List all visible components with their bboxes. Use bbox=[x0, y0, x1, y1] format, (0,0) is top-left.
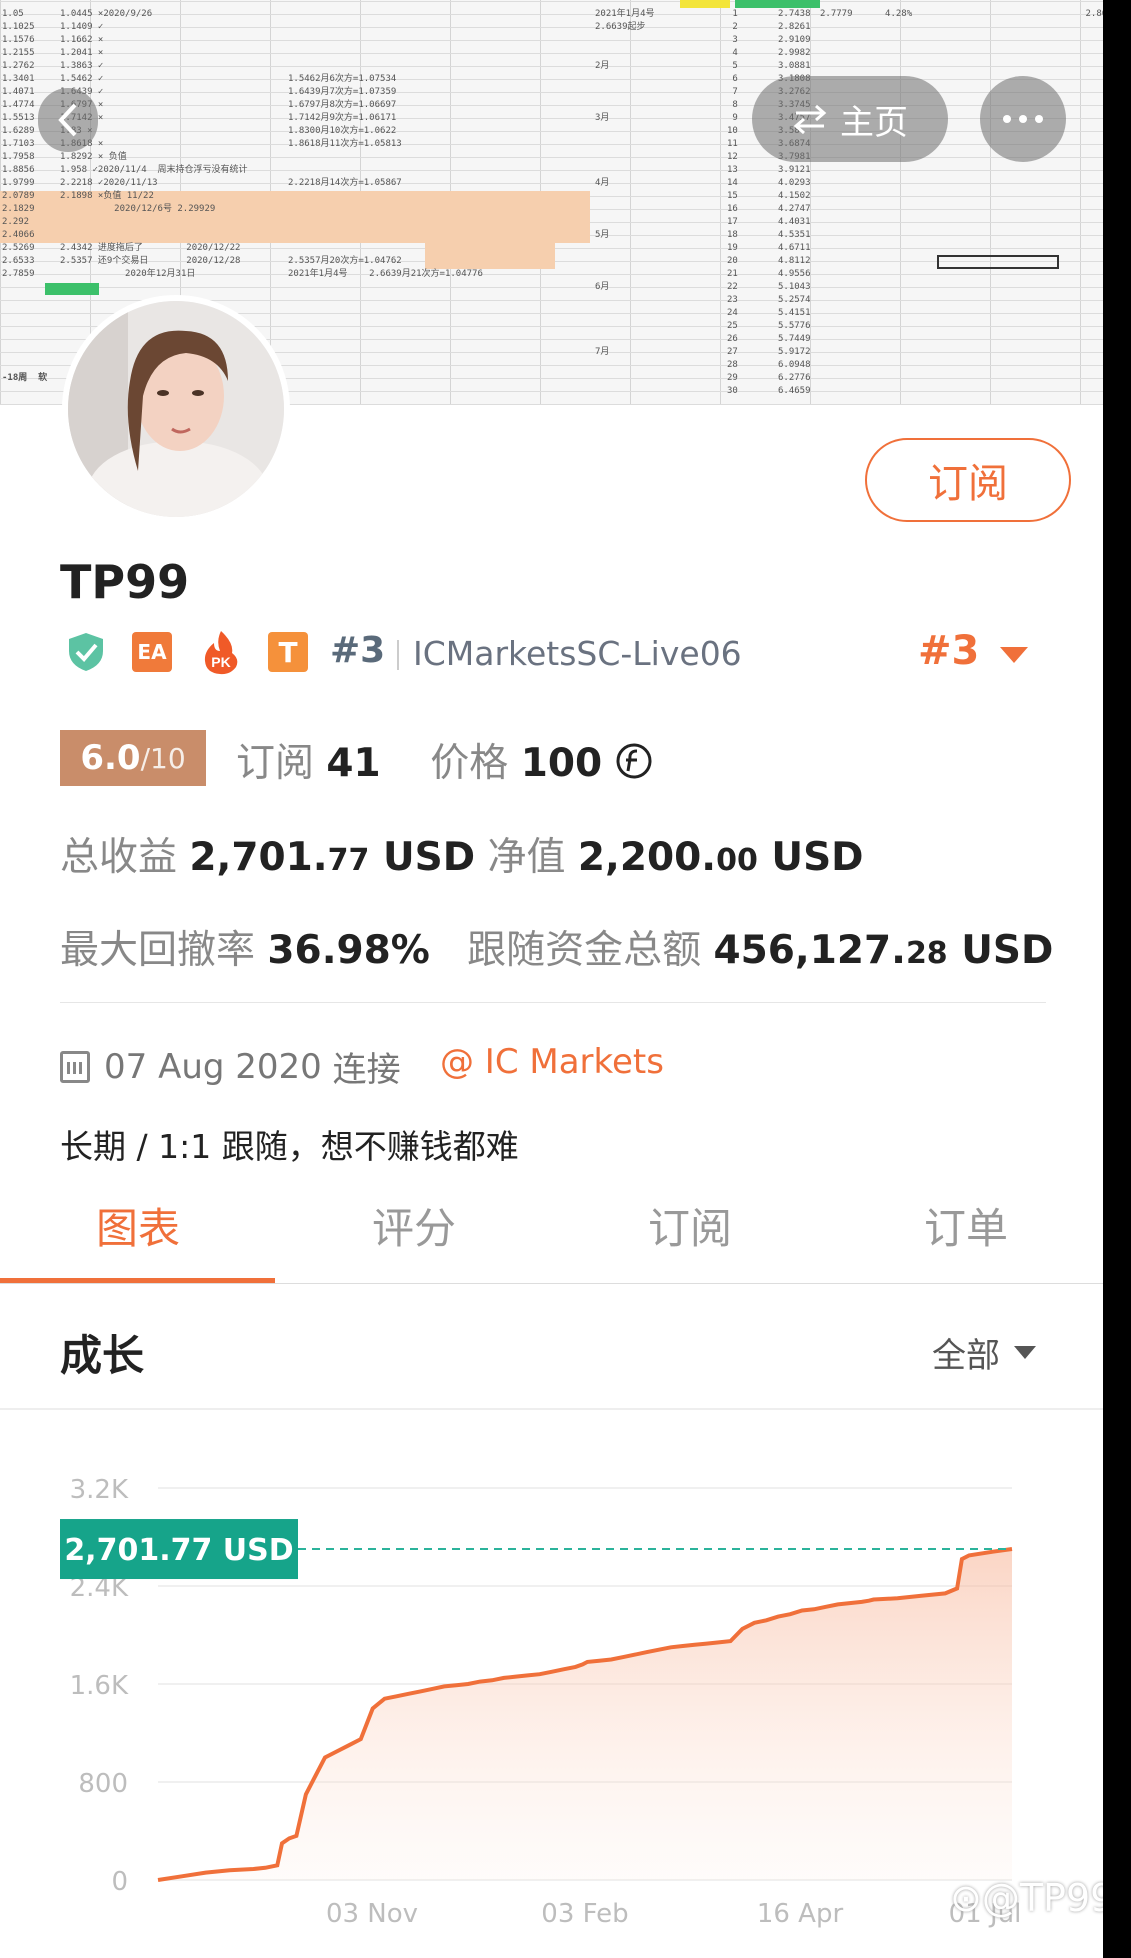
server-name: ICMarketsSC-Live06 bbox=[413, 634, 742, 673]
coin-icon bbox=[616, 743, 652, 779]
divider bbox=[0, 1283, 1103, 1284]
sheet-column-g: 2.7438 2.8261 2.9109 2.9982 3.0881 3.180… bbox=[778, 9, 811, 396]
total-profit-label: 总收益 bbox=[60, 835, 178, 880]
y-tick-label: 0 bbox=[111, 1867, 128, 1897]
sheet-top-right: 2.7779 4.28% 2.8612 bbox=[820, 9, 1103, 19]
x-tick-label: 16 Apr bbox=[757, 1899, 844, 1929]
drawdown-stats: 最大回撤率 36.98% 跟随资金总额 456,127.28 USD bbox=[60, 919, 1053, 975]
switch-arrows-icon bbox=[793, 104, 827, 134]
equity-currency: USD bbox=[771, 835, 864, 880]
watermark: ⊙@TP99 bbox=[950, 1876, 1103, 1920]
sheet-column-c: 1.5462月6次方=1.07534 1.6439月7次方=1.07359 1.… bbox=[288, 74, 483, 279]
verified-shield-icon[interactable] bbox=[64, 632, 108, 672]
subscribe-button[interactable]: 订阅 bbox=[865, 438, 1071, 522]
avatar[interactable] bbox=[62, 295, 290, 523]
sheet-column-f: 1 2 3 4 5 6 7 8 9 10 11 12 13 14 15 16 1… bbox=[727, 9, 738, 396]
divider bbox=[60, 1002, 1046, 1003]
sheet-column-d: 1.01的52次方=1.6776 1.02的52次方=2.8003 1.03的5… bbox=[425, 244, 528, 405]
chevron-left-icon bbox=[58, 103, 77, 137]
score-max: /10 bbox=[140, 741, 186, 775]
tab-rating[interactable]: 评分 bbox=[276, 1195, 552, 1256]
price-value: 100 bbox=[520, 741, 603, 786]
range-filter-label: 全部 bbox=[932, 1336, 1000, 1376]
tab-chart[interactable]: 图表 bbox=[0, 1195, 276, 1256]
divider bbox=[0, 1408, 1103, 1410]
subscribers-label: 订阅 bbox=[236, 741, 315, 786]
calendar-icon bbox=[60, 1050, 90, 1083]
follow-funds-decimals: 28 bbox=[905, 936, 948, 971]
connected-label: 连接 bbox=[332, 1050, 401, 1090]
total-profit-currency: USD bbox=[382, 835, 476, 880]
caret-down-icon[interactable] bbox=[1000, 647, 1028, 663]
trader-name: TP99 bbox=[60, 555, 190, 609]
rank-dropdown[interactable]: #3 bbox=[918, 628, 979, 674]
y-tick-label: 3.2K bbox=[70, 1475, 129, 1505]
rank-label: #3 bbox=[330, 630, 386, 671]
connected-date: 07 Aug 2020 bbox=[104, 1046, 322, 1087]
max-drawdown-value: 36.98% bbox=[267, 928, 430, 973]
sheet-column-e: 2021年1月4号 2.6639起步 2月 3月 4月 5月 6月 7月 bbox=[595, 9, 655, 357]
sheet-column-b: 1.0445 ×2020/9/26 1.1409 ✓ 1.1662 × 1.20… bbox=[60, 9, 248, 279]
sheet-footer: -18周 软 bbox=[2, 373, 48, 383]
back-button[interactable] bbox=[38, 88, 98, 152]
y-tick-label: 800 bbox=[78, 1769, 128, 1799]
follow-funds-currency: USD bbox=[961, 928, 1054, 973]
follow-funds-label: 跟随资金总额 bbox=[467, 928, 702, 973]
x-tick-label: 03 Feb bbox=[541, 1899, 628, 1929]
subscription-stats: 订阅 41 价格 100 bbox=[236, 732, 653, 788]
y-tick-label: 1.6K bbox=[70, 1671, 129, 1701]
sheet-column-a: 1.05 1.1025 1.1576 1.2155 1.2762 1.3401 … bbox=[2, 9, 35, 279]
growth-chart[interactable]: 3.2K2.4K1.6K8000 2,701.77 USD 03 Nov 03 F… bbox=[0, 1420, 1103, 1958]
current-value-label: 2,701.77 USD bbox=[64, 1533, 293, 1568]
subscribers-count: 41 bbox=[326, 741, 381, 786]
range-filter-dropdown[interactable]: 全部 bbox=[932, 1328, 1036, 1377]
score-value: 6.0 bbox=[80, 738, 141, 778]
pk-fire-icon[interactable]: PK bbox=[200, 631, 242, 675]
caret-down-icon bbox=[1014, 1346, 1036, 1359]
equity-label: 净值 bbox=[487, 835, 566, 880]
ea-badge-icon[interactable]: EA bbox=[132, 632, 172, 672]
broker-link[interactable]: @ IC Markets bbox=[440, 1042, 664, 1082]
score-badge: 6.0/10 bbox=[60, 730, 206, 786]
max-drawdown-label: 最大回撤率 bbox=[60, 928, 256, 973]
follow-funds-value: 456,127. bbox=[713, 928, 906, 973]
total-profit-decimals: 77 bbox=[327, 843, 370, 878]
current-value-marker: 2,701.77 USD bbox=[60, 1519, 298, 1580]
x-tick-label: 03 Nov bbox=[326, 1899, 418, 1929]
equity-decimals: 00 bbox=[716, 843, 758, 878]
pk-label: PK bbox=[211, 654, 230, 670]
strategy-description: 长期 / 1:1 跟随，想不赚钱都难 bbox=[60, 1127, 519, 1166]
t-badge-icon[interactable]: T bbox=[268, 632, 308, 672]
equity-value: 2,200. bbox=[577, 835, 717, 880]
app-screen: 1.05 1.1025 1.1576 1.2155 1.2762 1.3401 … bbox=[0, 0, 1103, 1958]
separator bbox=[397, 640, 399, 670]
profit-stats: 总收益 2,701.77 USD 净值 2,200.00 USD bbox=[60, 826, 864, 882]
total-profit-value: 2,701. bbox=[189, 835, 328, 880]
tab-orders[interactable]: 订单 bbox=[828, 1195, 1103, 1256]
home-button[interactable]: 主页 bbox=[752, 76, 948, 162]
home-label: 主页 bbox=[840, 102, 908, 143]
tab-subscription[interactable]: 订阅 bbox=[552, 1195, 828, 1256]
connection-info: 07 Aug 2020 连接 bbox=[60, 1042, 401, 1091]
price-label: 价格 bbox=[430, 741, 509, 786]
more-icon[interactable] bbox=[980, 76, 1066, 162]
growth-title: 成长 bbox=[60, 1331, 145, 1380]
